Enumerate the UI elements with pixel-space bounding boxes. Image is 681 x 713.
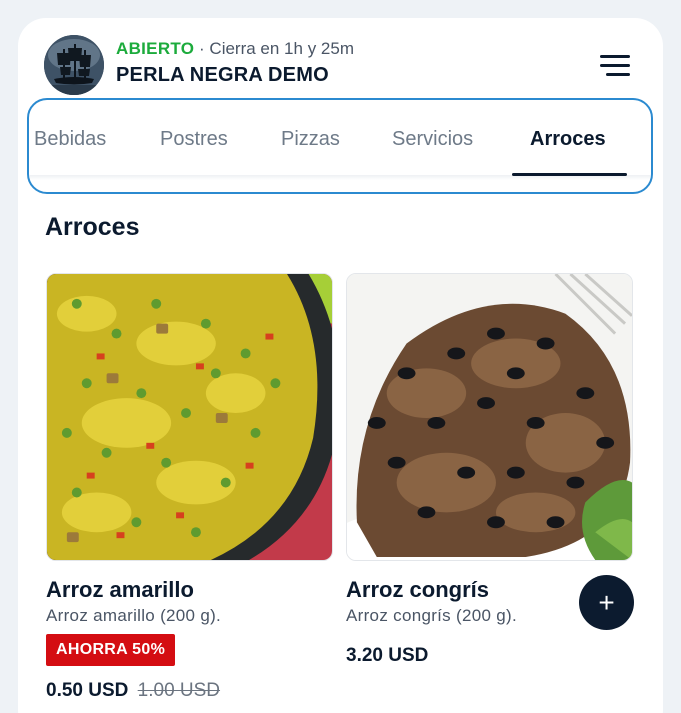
add-to-cart-label: + <box>598 586 615 618</box>
product-card[interactable]: Arroz congrís Arroz congrís (200 g). 3.2… <box>346 273 633 666</box>
active-tab-indicator <box>512 173 627 176</box>
price-row: 0.50 USD 1.00 USD <box>46 680 220 702</box>
tab-postres[interactable]: Postres <box>160 128 228 151</box>
product-image[interactable] <box>46 273 333 561</box>
product-name[interactable]: Arroz congrís <box>346 577 489 603</box>
store-name: PERLA NEGRA DEMO <box>116 64 329 86</box>
category-tabs: Bebidas Postres Pizzas Servicios Arroces <box>18 116 663 174</box>
product-image[interactable] <box>346 273 633 561</box>
product-price: 3.20 USD <box>346 645 429 666</box>
header: ABIERTO · Cierra en 1h y 25m PERLA NEGRA… <box>18 18 663 96</box>
plus-icon[interactable]: + <box>579 575 634 630</box>
product-price: 0.50 USD <box>46 680 129 701</box>
tab-bebidas[interactable]: Bebidas <box>34 128 106 151</box>
hamburger-menu-icon[interactable] <box>600 55 630 77</box>
tab-servicios[interactable]: Servicios <box>392 128 473 151</box>
product-name[interactable]: Arroz amarillo <box>46 577 194 603</box>
product-card[interactable]: Arroz amarillo Arroz amarillo (200 g). A… <box>46 273 333 701</box>
tab-pizzas[interactable]: Pizzas <box>281 128 340 151</box>
app-frame: ABIERTO · Cierra en 1h y 25m PERLA NEGRA… <box>18 18 663 713</box>
section-title: Arroces <box>45 213 140 241</box>
discount-badge: AHORRA 50% <box>46 634 176 666</box>
old-price: 1.00 USD <box>137 680 221 701</box>
closing-time: · Cierra en 1h y 25m <box>199 39 354 58</box>
product-description: Arroz amarillo (200 g). <box>46 606 222 625</box>
status-line: ABIERTO · Cierra en 1h y 25m <box>116 39 354 59</box>
tab-arroces[interactable]: Arroces <box>530 128 606 151</box>
product-description: Arroz congrís (200 g). <box>346 606 517 625</box>
open-status: ABIERTO <box>116 39 195 58</box>
pirate-ship-icon[interactable] <box>44 35 104 95</box>
